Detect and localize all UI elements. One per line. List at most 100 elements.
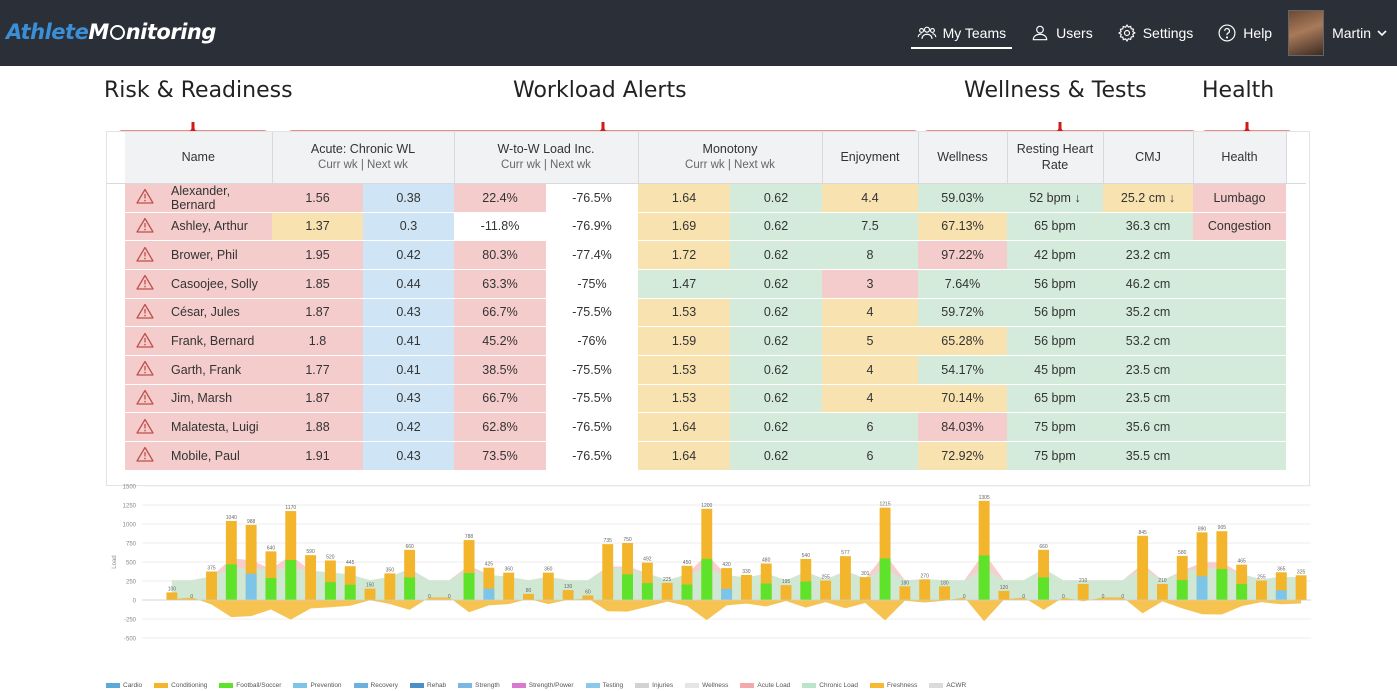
legend-item[interactable]: Testing [585, 681, 624, 689]
data-label: 750 [623, 537, 632, 543]
athlete-name[interactable]: Brower, Phil [165, 240, 272, 270]
bar-cardio [721, 588, 733, 600]
legend-item[interactable]: Strength/Power [511, 682, 574, 689]
data-label: 445 [346, 560, 355, 566]
cell-enj: 4 [822, 384, 918, 414]
cell-well: 59.03% [918, 183, 1007, 213]
table-row[interactable]: Malatesta, Luigi 1.88 0.42 62.8% -76.5% 1.64 0… [107, 412, 1306, 442]
athlete-name[interactable]: Mobile, Paul [165, 441, 272, 471]
legend-item[interactable]: Wellness [685, 682, 728, 689]
cell-w2: -76.5% [546, 183, 638, 213]
table-row[interactable]: Ashley, Arthur 1.37 0.3 -11.8% -76.9% 1.69 0.6… [107, 212, 1306, 242]
warning-icon[interactable] [125, 441, 165, 471]
legend-item[interactable]: Prevention [293, 682, 342, 689]
table-row[interactable]: Brower, Phil 1.95 0.42 80.3% -77.4% 1.72 0.62 8… [107, 240, 1306, 270]
col-monotony-title: Monotony [702, 142, 758, 157]
cell-w2: -77.4% [546, 240, 638, 270]
bar-football [344, 584, 356, 600]
cell-m2: 0.62 [730, 441, 822, 471]
col-rhr[interactable]: Resting Heart Rate [1007, 132, 1104, 184]
athlete-name[interactable]: Frank, Bernard [165, 326, 272, 356]
legend-label: ACWR [946, 681, 967, 689]
legend-item[interactable]: ACWR [929, 682, 966, 689]
section-workload-alerts: Workload Alerts [513, 78, 687, 103]
table-row[interactable]: Alexander, Bernard 1.56 0.38 22.4% -76.5% 1.6… [107, 183, 1306, 213]
help-icon [1218, 24, 1236, 42]
warning-icon[interactable] [125, 355, 165, 385]
cell-well: 70.14% [918, 384, 1007, 414]
athlete-name[interactable]: Alexander, Bernard [165, 183, 272, 213]
legend-item[interactable]: Strength [458, 682, 500, 689]
athlete-name[interactable]: Jim, Marsh [165, 384, 272, 414]
cell-cmj: 36.3 cm [1103, 212, 1193, 242]
legend-label: Conditioning [171, 681, 208, 689]
bar-football [285, 559, 297, 600]
warning-icon[interactable] [125, 384, 165, 414]
nav-users[interactable]: Users [1018, 0, 1105, 66]
cell-ac2: 0.41 [363, 355, 454, 385]
col-monotony[interactable]: Monotony Curr wk | Next wk [638, 132, 823, 184]
col-cmj[interactable]: CMJ [1103, 132, 1194, 184]
avatar[interactable] [1288, 10, 1325, 56]
legend-item[interactable]: Chronic Load [802, 682, 858, 689]
athlete-name[interactable]: Malatesta, Luigi [165, 412, 272, 442]
legend-item[interactable]: Rehab [410, 682, 446, 689]
legend-item[interactable]: Football/Soccer [219, 682, 281, 689]
nav-settings[interactable]: Settings [1105, 0, 1206, 66]
warning-icon[interactable] [125, 412, 165, 442]
legend-item[interactable]: Cardio [106, 682, 142, 689]
col-name[interactable]: Name [125, 132, 273, 184]
warning-icon[interactable] [125, 269, 165, 299]
data-label: 0 [1121, 594, 1124, 600]
user-name[interactable]: Martin [1332, 25, 1371, 41]
bar-conditioning [740, 574, 752, 600]
data-label: 1215 [880, 502, 891, 508]
table-row[interactable]: Garth, Frank 1.77 0.41 38.5% -75.5% 1.53 0.62 4… [107, 355, 1306, 385]
warning-icon[interactable] [125, 183, 165, 213]
athlete-name[interactable]: Casoojee, Solly [165, 269, 272, 299]
warning-icon[interactable] [125, 326, 165, 356]
col-wtow[interactable]: W-to-W Load Inc. Curr wk | Next wk [454, 132, 639, 184]
legend-item[interactable]: Freshness [869, 682, 917, 689]
table-row[interactable]: César, Jules 1.87 0.43 66.7% -75.5% 1.53 0.62 4… [107, 298, 1306, 328]
cell-w1: 45.2% [454, 326, 546, 356]
bar-conditioning [503, 572, 515, 600]
table-row[interactable]: Casoojee, Solly 1.85 0.44 63.3% -75% 1.47 0.62… [107, 269, 1306, 299]
app-logo[interactable]: AthleteM nitoring [6, 20, 216, 44]
warning-icon[interactable] [125, 298, 165, 328]
nav-help[interactable]: Help [1205, 0, 1284, 66]
data-label: 60 [585, 589, 591, 595]
legend-item[interactable]: Injuries [635, 682, 673, 689]
legend-item[interactable]: Acute Load [740, 682, 790, 689]
legend-label: Testing [602, 681, 624, 689]
cell-ac1: 1.85 [272, 269, 363, 299]
legend-item[interactable]: Conditioning [154, 682, 207, 689]
col-acwl[interactable]: Acute: Chronic WL Curr wk | Next wk [272, 132, 455, 184]
legend-swatch [219, 682, 234, 688]
legend-swatch [511, 682, 526, 688]
bar-cardio [1275, 590, 1287, 600]
warning-icon[interactable] [125, 240, 165, 270]
bar-football [225, 564, 237, 600]
warning-icon[interactable] [125, 212, 165, 242]
col-health[interactable]: Health [1193, 132, 1287, 184]
legend-item[interactable]: Recovery [353, 682, 398, 689]
data-label: 255 [1257, 575, 1266, 581]
col-enjoyment[interactable]: Enjoyment [822, 132, 919, 184]
chevron-down-icon[interactable] [1375, 26, 1389, 40]
cell-ac2: 0.41 [363, 326, 454, 356]
athlete-name[interactable]: Ashley, Arthur [165, 212, 272, 242]
col-wellness[interactable]: Wellness [918, 132, 1008, 184]
nav-my-teams[interactable]: My Teams [905, 0, 1019, 66]
cell-w2: -76.9% [546, 212, 638, 242]
data-label: 225 [663, 577, 672, 583]
athlete-name[interactable]: César, Jules [165, 298, 272, 328]
data-label: 988 [247, 519, 256, 525]
table-row[interactable]: Mobile, Paul 1.91 0.43 73.5% -76.5% 1.64 0.62 6… [107, 441, 1306, 471]
athlete-name[interactable]: Garth, Frank [165, 355, 272, 385]
data-label: 0 [1062, 594, 1065, 600]
cell-rhr: 52 bpm ↓ [1007, 183, 1103, 213]
table-row[interactable]: Frank, Bernard 1.8 0.41 45.2% -76% 1.59 0.62 5 6… [107, 326, 1306, 356]
cell-well: 54.17% [918, 355, 1007, 385]
table-row[interactable]: Jim, Marsh 1.87 0.43 66.7% -75.5% 1.53 0.62 4 70… [107, 384, 1306, 414]
